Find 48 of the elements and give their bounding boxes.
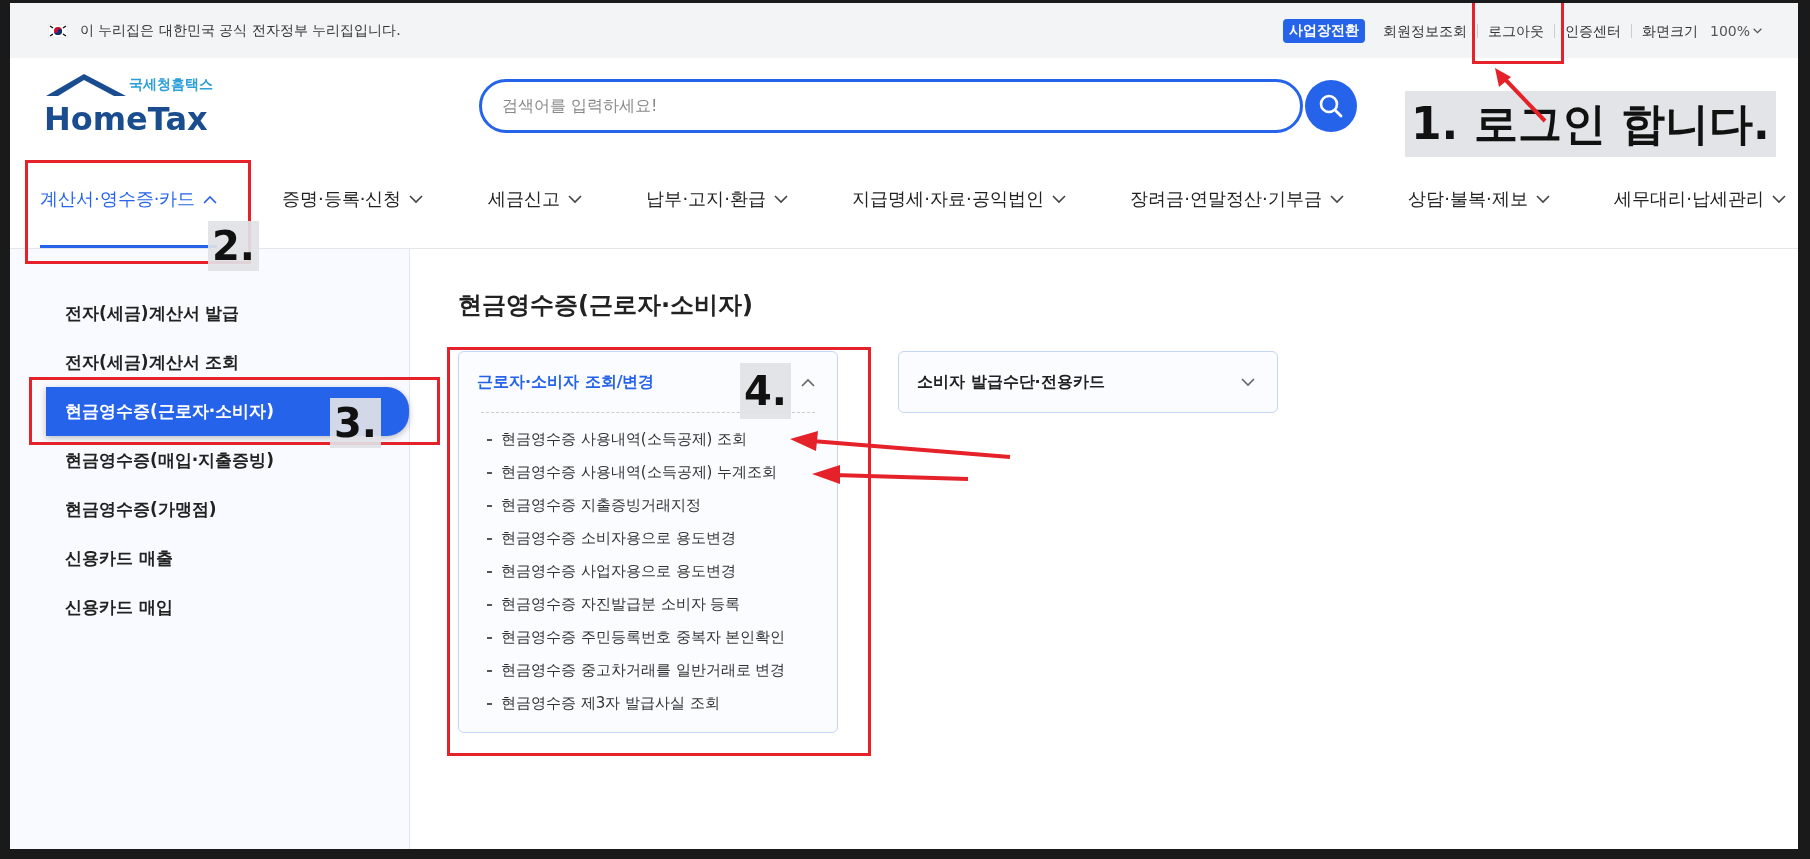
menu-link[interactable]: 현금영수증 자진발급분 소비자 등록: [481, 588, 741, 621]
chevron-down-icon: [1771, 194, 1786, 204]
sidebar-item[interactable]: 전자(세금)계산서 조회: [46, 338, 409, 387]
top-link[interactable]: 로그아웃: [1476, 23, 1554, 38]
top-link[interactable]: 인증센터: [1553, 23, 1631, 38]
zoom-label: 화면크기: [1630, 23, 1704, 38]
sidebar-item[interactable]: 신용카드 매출: [46, 534, 409, 583]
menu-link[interactable]: 현금영수증 사용내역(소득공제) 누계조회: [481, 456, 778, 489]
menu-link[interactable]: 현금영수증 소비자용으로 용도변경: [481, 522, 736, 555]
menu-link[interactable]: 현금영수증 사용내역(소득공제) 조회: [481, 423, 748, 456]
top-link[interactable]: 회원정보조회: [1372, 23, 1477, 38]
switch-business-button[interactable]: 사업장전환: [1282, 18, 1365, 43]
nav-tab[interactable]: 납부·고지·환급: [646, 153, 788, 248]
menu-link[interactable]: 현금영수증 사업자용으로 용도변경: [481, 555, 736, 588]
chevron-down-icon: [1753, 27, 1762, 34]
logo-title[interactable]: HomeTax: [44, 101, 234, 136]
sidebar-item[interactable]: 현금영수증(가맹점): [46, 485, 409, 534]
page-title: 현금영수증(근로자·소비자): [458, 290, 755, 321]
menu-link[interactable]: 현금영수증 주민등록번호 중복자 본인확인: [481, 621, 786, 654]
step-label: 4.: [740, 363, 792, 419]
accordion-title[interactable]: 근로자·소비자 조회/변경: [477, 371, 655, 393]
search-button[interactable]: [1305, 79, 1357, 132]
search-icon: [1318, 92, 1344, 119]
chevron-down-icon: [567, 194, 582, 204]
logo-subtitle: 국세청홈택스: [129, 75, 214, 94]
flag-icon: [48, 23, 68, 38]
nav-tab[interactable]: 세금신고: [487, 153, 582, 248]
chevron-down-icon: [1535, 194, 1550, 204]
sidebar-item[interactable]: 신용카드 매입: [46, 583, 409, 632]
step-label: 1. 로그인 합니다.: [1405, 91, 1776, 157]
nav-tab[interactable]: 장려금·연말정산·기부금: [1130, 153, 1344, 248]
accordion-title[interactable]: 소비자 발급수단·전용카드: [917, 371, 1105, 393]
menu-link[interactable]: 현금영수증 지출증빙거래지정: [481, 489, 701, 522]
chevron-down-icon: [773, 194, 788, 204]
step-label: 3.: [330, 398, 382, 448]
sidebar-item[interactable]: 전자(세금)계산서 발급: [46, 289, 409, 338]
step-label: 2.: [208, 221, 260, 271]
chevron-down-icon: [1051, 194, 1066, 204]
notice-text: 이 누리집은 대한민국 공식 전자정부 누리집입니다.: [80, 21, 402, 40]
menu-link[interactable]: 현금영수증 제3자 발급사실 조회: [481, 687, 720, 720]
nav-tab[interactable]: 지급명세·자료·공익법인: [852, 153, 1066, 248]
menu-link[interactable]: 현금영수증 중고차거래를 일반거래로 변경: [481, 654, 786, 687]
zoom-dropdown[interactable]: 100%: [1703, 21, 1768, 40]
chevron-down-icon: [1329, 194, 1344, 204]
search-field[interactable]: 검색어를 입력하세요!: [479, 78, 1303, 133]
nav-tab[interactable]: 증명·등록·신청: [281, 153, 424, 248]
chevron-down-icon: [409, 194, 424, 204]
chevron-up-icon: [203, 194, 218, 204]
